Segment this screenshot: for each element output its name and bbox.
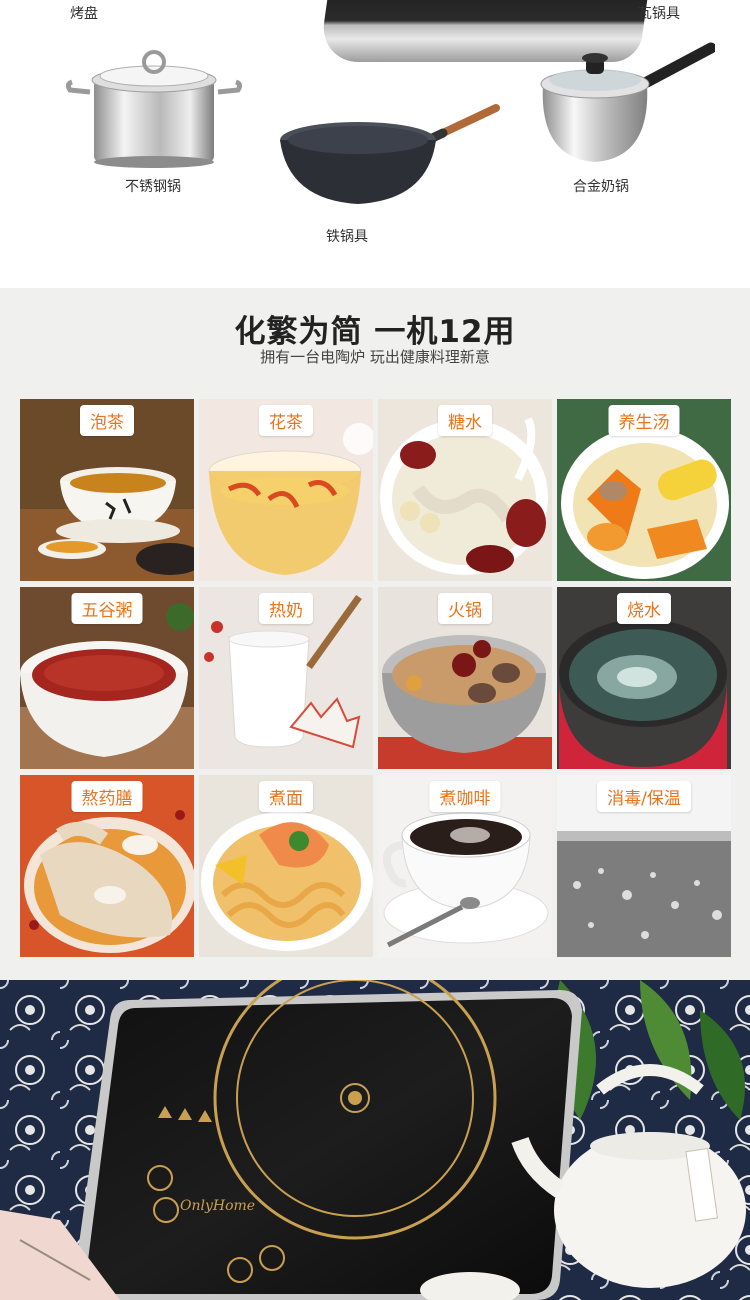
use-label: 煮面 xyxy=(259,781,313,812)
use-label: 糖水 xyxy=(438,405,492,436)
iron-wok-label: 铁锅具 xyxy=(326,229,368,245)
use-label: 五谷粥 xyxy=(71,593,143,624)
alloy-milk-pan-label: 合金奶锅 xyxy=(573,179,629,195)
use-tile-flower-tea: 花茶 xyxy=(199,399,373,581)
use-label: 花茶 xyxy=(259,405,313,436)
use-tile-sterilize: 消毒/保温 xyxy=(557,775,731,957)
clay-pot-label: 瓦锅具 xyxy=(638,6,680,22)
section-title: 化繁为简 一机12用 xyxy=(234,314,516,350)
alloy-milk-pan-image xyxy=(540,42,715,162)
use-label: 养生汤 xyxy=(608,405,680,436)
brand-logo: OnlyHome xyxy=(180,1198,255,1214)
use-label: 煮咖啡 xyxy=(429,781,501,812)
use-tile-coffee: 煮咖啡 xyxy=(378,775,552,957)
use-tile-hot-pot: 火锅 xyxy=(378,587,552,769)
stainless-pot-image xyxy=(66,50,242,168)
use-label: 热奶 xyxy=(259,593,313,624)
product-hero-section: OnlyHome xyxy=(0,980,750,1300)
use-tile-boiling-water: 烧水 xyxy=(557,587,731,769)
twelve-uses-section: 化繁为简 一机12用 拥有一台电陶炉 玩出健康料理新意 泡茶 花茶 糖水 养生汤… xyxy=(0,288,750,980)
use-label: 熬药膳 xyxy=(71,781,143,812)
section-subtitle: 拥有一台电陶炉 玩出健康料理新意 xyxy=(260,348,490,366)
use-tile-hot-milk: 热奶 xyxy=(199,587,373,769)
use-label: 泡茶 xyxy=(80,405,134,436)
bakeware-label: 烤盘 xyxy=(70,6,98,22)
use-tile-tea: 泡茶 xyxy=(20,399,194,581)
use-tile-sweet-soup: 糖水 xyxy=(378,399,552,581)
use-label: 烧水 xyxy=(617,593,671,624)
use-label: 火锅 xyxy=(438,593,492,624)
product-hero-image: OnlyHome xyxy=(0,980,750,1300)
use-label: 消毒/保温 xyxy=(597,781,691,812)
iron-wok-image xyxy=(280,104,500,204)
compatible-cookware-section: 烤盘 瓦锅具 不锈钢锅 铁锅具 合金奶锅 xyxy=(0,0,750,288)
use-tile-herbal-soup: 熬药膳 xyxy=(20,775,194,957)
stainless-pot-label: 不锈钢锅 xyxy=(125,179,181,195)
use-tile-health-soup: 养生汤 xyxy=(557,399,731,581)
use-tile-grain-porridge: 五谷粥 xyxy=(20,587,194,769)
use-tile-noodles: 煮面 xyxy=(199,775,373,957)
